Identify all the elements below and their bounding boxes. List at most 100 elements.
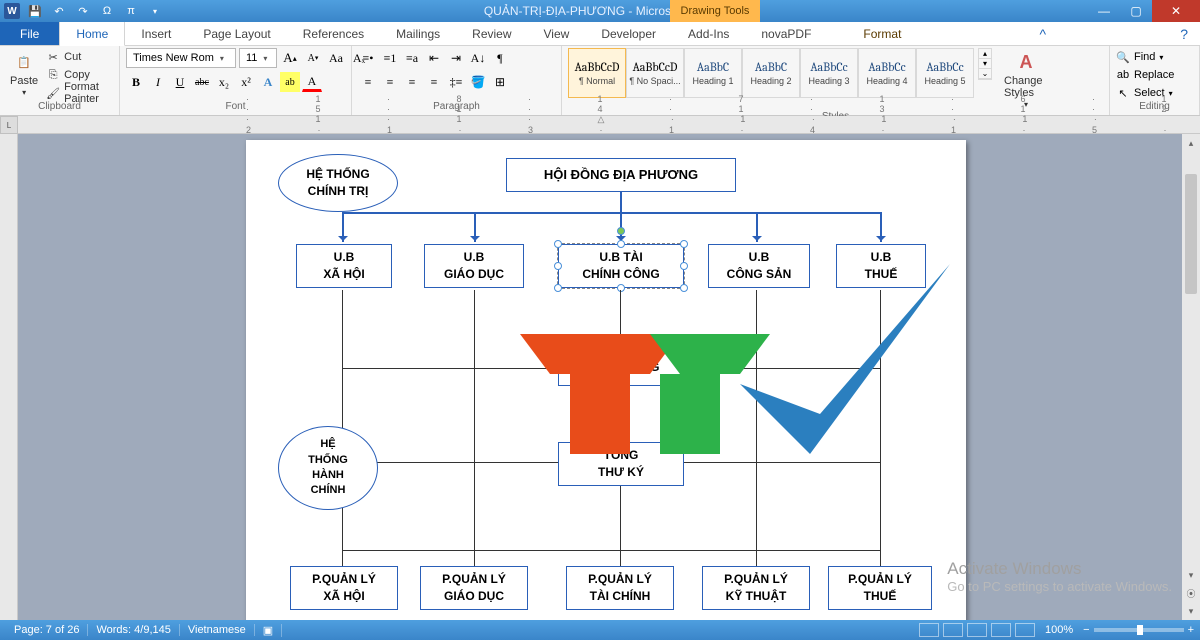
- ribbon-collapse-icon[interactable]: ^: [1028, 22, 1059, 45]
- view-outline-button[interactable]: [991, 623, 1011, 637]
- text-effects-button[interactable]: A: [258, 72, 278, 92]
- view-full-screen-button[interactable]: [943, 623, 963, 637]
- format-painter-button[interactable]: 🖌Format Painter: [46, 85, 113, 101]
- status-language[interactable]: Vietnamese: [180, 624, 255, 636]
- borders-button[interactable]: ⊞: [490, 72, 510, 92]
- underline-button[interactable]: U: [170, 72, 190, 92]
- shape-tongthuk[interactable]: TỔNG THƯ KÝ: [558, 442, 684, 486]
- highlight-button[interactable]: ab: [280, 72, 300, 92]
- change-case-button[interactable]: Aa: [326, 48, 346, 68]
- document-page[interactable]: HỆ THỐNG CHÍNH TRỊ HỘI ĐỒNG ĐỊA PHƯƠNG U…: [246, 140, 966, 620]
- justify-button[interactable]: ≡: [424, 72, 444, 92]
- shape-pq-giaoduc[interactable]: P.QUẢN LÝ GIÁO DỤC: [420, 566, 528, 610]
- vertical-ruler[interactable]: [0, 134, 18, 620]
- shape-ub-thue[interactable]: U.B THUẾ: [836, 244, 926, 288]
- zoom-level[interactable]: 100%: [1045, 624, 1073, 636]
- shape-pq-kythuat[interactable]: P.QUẢN LÝ KỸ THUẬT: [702, 566, 810, 610]
- pi-icon[interactable]: π: [122, 2, 140, 20]
- font-color-button[interactable]: A: [302, 72, 322, 92]
- shape-pq-thue[interactable]: P.QUẢN LÝ THUẾ: [828, 566, 932, 610]
- align-left-button[interactable]: ≡: [358, 72, 378, 92]
- ruler-corner[interactable]: L: [0, 116, 18, 134]
- undo-icon[interactable]: ↶: [50, 2, 68, 20]
- status-page[interactable]: Page: 7 of 26: [6, 624, 88, 636]
- italic-button[interactable]: I: [148, 72, 168, 92]
- styles-gallery[interactable]: AaBbCcD¶ NormalAaBbCcD¶ No Spaci...AaBbC…: [568, 48, 974, 98]
- align-center-button[interactable]: ≡: [380, 72, 400, 92]
- indent-button[interactable]: ⇥: [446, 48, 466, 68]
- help-icon[interactable]: ?: [1168, 22, 1200, 45]
- font-size-combo[interactable]: 11▾: [239, 48, 277, 68]
- resize-handle[interactable]: [554, 240, 562, 248]
- resize-handle[interactable]: [617, 284, 625, 292]
- resize-handle[interactable]: [680, 240, 688, 248]
- shape-ub-xahoi[interactable]: U.B XÃ HỘI: [296, 244, 392, 288]
- tab-developer[interactable]: Developer: [585, 22, 672, 45]
- shape-ub-giaoduc[interactable]: U.B GIÁO DỤC: [424, 244, 524, 288]
- shape-ub-congsan[interactable]: U.B CÔNG SẢN: [708, 244, 810, 288]
- shape-pq-taichinh[interactable]: P.QUẢN LÝ TÀI CHÍNH: [566, 566, 674, 610]
- style-item[interactable]: AaBbCHeading 1: [684, 48, 742, 98]
- tab-home[interactable]: Home: [59, 22, 125, 46]
- replace-button[interactable]: abReplace: [1116, 67, 1174, 83]
- vertical-scrollbar[interactable]: ▴ ▾ ⦿ ▾: [1182, 134, 1200, 620]
- maximize-button[interactable]: ▢: [1120, 0, 1152, 22]
- minimize-button[interactable]: —: [1088, 0, 1120, 22]
- resize-handle[interactable]: [680, 284, 688, 292]
- subscript-button[interactable]: x₂: [214, 72, 234, 92]
- bullets-button[interactable]: ≡•: [358, 48, 378, 68]
- style-item[interactable]: AaBbCcHeading 5: [916, 48, 974, 98]
- prev-page-icon[interactable]: ⦿: [1182, 584, 1200, 602]
- strike-button[interactable]: abc: [192, 72, 212, 92]
- redo-icon[interactable]: ↷: [74, 2, 92, 20]
- styles-more[interactable]: ▴▾⌄: [978, 48, 992, 80]
- tab-page-layout[interactable]: Page Layout: [187, 22, 286, 45]
- numbering-button[interactable]: ≡1: [380, 48, 400, 68]
- style-item[interactable]: AaBbCcD¶ No Spaci...: [626, 48, 684, 98]
- tab-addins[interactable]: Add-Ins: [672, 22, 745, 45]
- zoom-in-button[interactable]: +: [1188, 624, 1194, 636]
- tab-file[interactable]: File: [0, 22, 59, 45]
- bold-button[interactable]: B: [126, 72, 146, 92]
- resize-handle[interactable]: [680, 262, 688, 270]
- zoom-thumb[interactable]: [1137, 625, 1143, 635]
- style-item[interactable]: AaBbCcD¶ Normal: [568, 48, 626, 98]
- tab-novapdf[interactable]: novaPDF: [745, 22, 827, 45]
- horizontal-ruler[interactable]: L · 1 · 8 · 1 · 7 · 1 · 6 · 1 · 5 · 1 · …: [0, 116, 1200, 134]
- next-page-icon[interactable]: ▾: [1182, 602, 1200, 620]
- grow-font-button[interactable]: A▴: [280, 48, 300, 68]
- tab-references[interactable]: References: [287, 22, 380, 45]
- save-icon[interactable]: 💾: [26, 2, 44, 20]
- paste-button[interactable]: 📋 Paste ▾: [6, 48, 42, 99]
- cut-button[interactable]: ✂Cut: [46, 49, 113, 65]
- style-item[interactable]: AaBbCcHeading 4: [858, 48, 916, 98]
- status-macro-icon[interactable]: ▣: [255, 624, 282, 637]
- qat-more-icon[interactable]: ▾: [146, 2, 164, 20]
- tab-insert[interactable]: Insert: [125, 22, 187, 45]
- tab-view[interactable]: View: [528, 22, 586, 45]
- align-right-button[interactable]: ≡: [402, 72, 422, 92]
- omega-icon[interactable]: Ω: [98, 2, 116, 20]
- style-item[interactable]: AaBbCHeading 2: [742, 48, 800, 98]
- view-web-button[interactable]: [967, 623, 987, 637]
- resize-handle[interactable]: [617, 240, 625, 248]
- shape-thitruong[interactable]: THỊ TRƯỜNG: [558, 348, 684, 386]
- status-words[interactable]: Words: 4/9,145: [88, 624, 179, 636]
- sort-button[interactable]: A↓: [468, 48, 488, 68]
- multilevel-button[interactable]: ≡a: [402, 48, 422, 68]
- scroll-down-icon[interactable]: ▾: [1182, 566, 1200, 584]
- scroll-up-icon[interactable]: ▴: [1182, 134, 1200, 152]
- pilcrow-button[interactable]: ¶: [490, 48, 510, 68]
- close-button[interactable]: ✕: [1152, 0, 1200, 22]
- view-draft-button[interactable]: [1015, 623, 1035, 637]
- tab-format[interactable]: Format: [847, 22, 917, 45]
- outdent-button[interactable]: ⇤: [424, 48, 444, 68]
- resize-handle[interactable]: [554, 284, 562, 292]
- tab-review[interactable]: Review: [456, 22, 527, 45]
- find-button[interactable]: 🔍Find ▾: [1116, 49, 1174, 65]
- view-print-layout-button[interactable]: [919, 623, 939, 637]
- font-name-combo[interactable]: Times New Rom▾: [126, 48, 236, 68]
- shape-ellipse-politics[interactable]: HỆ THỐNG CHÍNH TRỊ: [278, 154, 398, 212]
- shape-council[interactable]: HỘI ĐỒNG ĐỊA PHƯƠNG: [506, 158, 736, 192]
- superscript-button[interactable]: x²: [236, 72, 256, 92]
